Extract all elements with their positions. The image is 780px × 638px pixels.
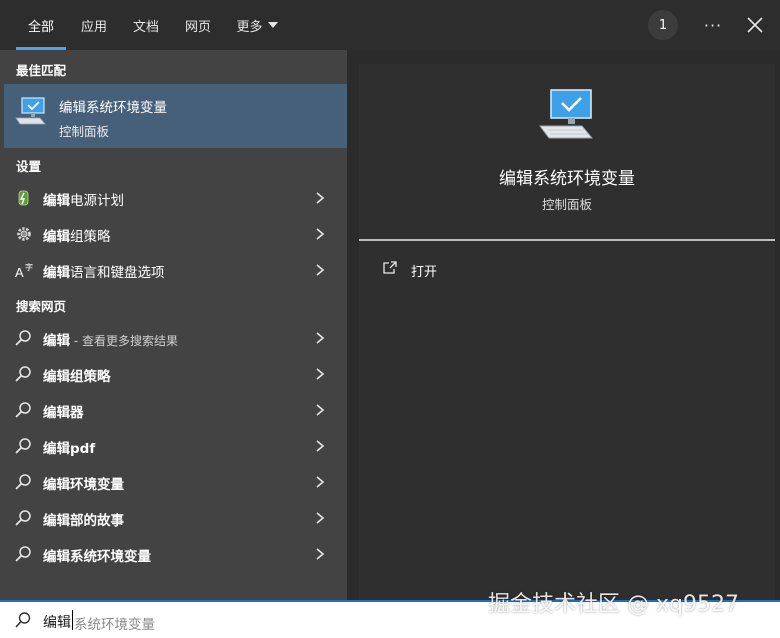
preview-title: 编辑系统环境变量 [499,169,635,189]
web-result-item[interactable]: 编辑环境变量 [4,464,347,500]
text-cursor [72,610,73,630]
chevron-right-icon [316,548,325,560]
settings-item-language-keyboard[interactable]: A 字 编辑语言和键盘选项 [4,252,347,288]
best-match-title: 编辑系统环境变量 [59,100,167,116]
best-match-item[interactable]: 编辑系统环境变量 控制面板 [4,84,347,148]
rewards-badge[interactable]: 1 [648,10,678,40]
search-icon [15,366,31,382]
tab-apps[interactable]: 应用 [72,0,116,50]
web-result-label: 编辑 - 查看更多搜索结果 [43,333,178,349]
svg-text:A: A [15,265,24,279]
web-result-label: 编辑环境变量 [43,477,124,493]
search-input-text[interactable]: 编辑 [43,612,71,632]
web-result-label: 编辑器 [43,405,84,421]
web-result-label: 编辑组策略 [43,369,111,385]
web-result-label: 编辑系统环境变量 [43,549,151,565]
preview-subtitle: 控制面板 [541,197,592,212]
tab-documents[interactable]: 文档 [124,0,168,50]
results-list: 最佳匹配 编辑系统环境变量 控制面板 设置 编辑电源计划 编辑组策略 A 字 编… [0,50,347,600]
more-options-button[interactable]: ··· [698,10,728,40]
preview-panel: 编辑系统环境变量 控制面板 打开 [359,64,775,600]
search-icon [15,510,31,526]
chevron-right-icon [316,476,325,488]
chevron-right-icon [316,368,325,380]
search-icon [15,546,31,562]
settings-item-label: 编辑电源计划 [43,193,124,209]
settings-item-power-plan[interactable]: 编辑电源计划 [4,180,347,216]
chevron-right-icon [316,264,325,276]
web-result-item[interactable]: 编辑器 [4,392,347,428]
watermark: 掘金技术社区 @ xq9527 [488,592,739,617]
tab-web[interactable]: 网页 [176,0,220,50]
best-match-subtitle: 控制面板 [59,124,110,139]
chevron-right-icon [316,192,325,204]
tab-more-label: 更多 [236,19,263,35]
gear-icon [17,227,31,241]
language-icon: A 字 [15,262,33,279]
search-icon [15,612,31,628]
search-autocomplete-hint: 系统环境变量 [74,617,155,633]
system-pc-icon [15,97,46,125]
chevron-right-icon [316,404,325,416]
search-icon [15,438,31,454]
system-pc-icon [539,89,594,139]
chevron-down-icon [267,22,278,28]
chevron-right-icon [316,332,325,344]
web-result-item[interactable]: 编辑系统环境变量 [4,536,347,572]
settings-heading: 设置 [16,159,42,174]
web-result-label: 编辑部的故事 [43,513,124,529]
search-filter-bar: 全部 应用 文档 网页 更多 1 ··· [0,0,780,50]
settings-item-label: 编辑组策略 [43,229,111,245]
chevron-right-icon [316,512,325,524]
open-external-icon[interactable] [382,260,398,276]
close-icon[interactable] [742,12,768,38]
chevron-right-icon [316,228,325,240]
web-result-label: 编辑pdf [43,441,96,457]
web-result-item[interactable]: 编辑pdf [4,428,347,464]
settings-item-group-policy[interactable]: 编辑组策略 [4,216,347,252]
open-action[interactable]: 打开 [411,261,437,280]
divider [359,239,775,241]
tab-more[interactable]: 更多 [228,0,286,50]
chevron-right-icon [316,440,325,452]
best-match-heading: 最佳匹配 [16,63,67,78]
tab-all[interactable]: 全部 [16,0,66,50]
web-result-item[interactable]: 编辑组策略 [4,356,347,392]
web-result-item[interactable]: 编辑部的故事 [4,500,347,536]
search-icon [15,474,31,490]
search-icon [15,402,31,418]
settings-item-label: 编辑语言和键盘选项 [43,265,165,281]
svg-text:字: 字 [25,262,33,272]
search-icon [15,330,31,346]
web-search-heading: 搜索网页 [16,299,67,314]
web-result-item[interactable]: 编辑 - 查看更多搜索结果 [4,320,347,356]
battery-icon [18,190,29,206]
